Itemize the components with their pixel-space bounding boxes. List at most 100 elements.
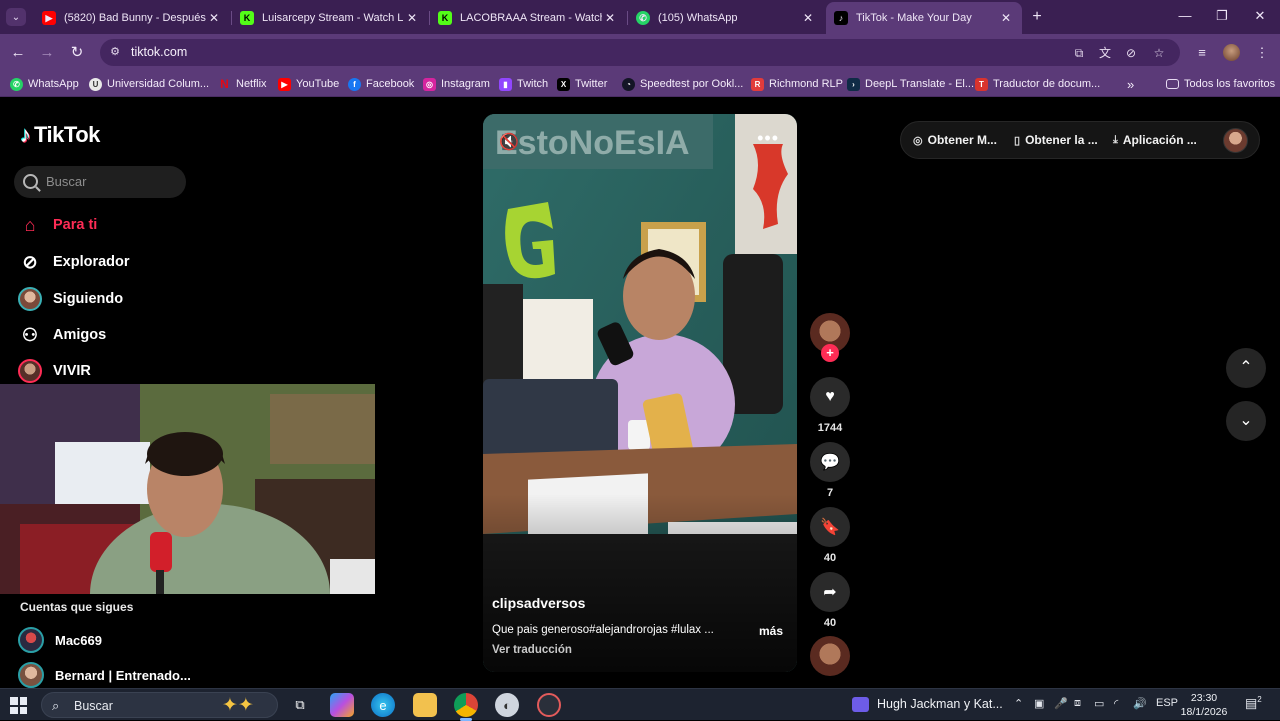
minimize-icon[interactable]: — [1170,6,1200,26]
search-input[interactable]: Buscar [14,166,186,198]
close-tab-icon[interactable]: ✕ [206,11,222,25]
save-count: 40 [823,552,837,564]
notifications-icon[interactable]: ▤2 [1245,695,1262,711]
nav-vivir[interactable]: VIVIR [18,358,91,384]
download-icon: ⤓ [1113,133,1118,146]
netflix-icon: N [220,77,229,91]
eye-off-icon[interactable]: ⊘ [1122,44,1140,62]
bookmark-twitter[interactable]: X Twitter [557,76,607,92]
reload-icon[interactable]: ↻ [66,42,88,64]
clock[interactable]: 23:30 18/1/2026 [1178,691,1230,719]
menu-kebab-icon[interactable]: ⋮ [1252,43,1272,63]
comment-button[interactable]: 💬 [810,442,850,482]
tab-kick-lacobraaa[interactable]: K LACOBRAAA Stream - Watch Li ✕ [430,4,626,32]
translate-icon[interactable]: 文 [1096,44,1114,62]
profile-avatar[interactable] [1223,44,1240,61]
forward-icon[interactable]: → [36,42,58,64]
back-icon[interactable]: ← [7,42,29,64]
bookmark-speedtest[interactable]: ◔ Speedtest por Ookl... [622,76,743,92]
bookmark-whatsapp[interactable]: ✆ WhatsApp [10,76,79,92]
close-tab-icon[interactable]: ✕ [602,11,618,25]
webcam-overlay [0,384,375,594]
all-bookmarks[interactable]: Todos los favoritos [1166,76,1275,92]
desktop-app-button[interactable]: ⤓ Aplicación ... [1113,133,1197,147]
follow-plus-icon[interactable]: + [821,344,839,362]
bookmark-universidad[interactable]: U Universidad Colum... [89,76,209,92]
media-player-icon[interactable] [852,697,869,712]
get-app-button[interactable]: ▯ Obtener la ... [1014,133,1098,147]
tab-youtube[interactable]: ▶ (5820) Bad Bunny - Después de ✕ [34,4,230,32]
taskbar-search-input[interactable]: ⌕ Buscar ✦✦ [41,692,278,718]
bookmark-youtube[interactable]: ▶ YouTube [278,76,339,92]
more-bookmarks-chevron-icon[interactable]: » [1127,76,1134,92]
media-control-icon[interactable]: ≡ [1192,43,1212,63]
save-button[interactable]: 🔖 [810,507,850,547]
windows-start-icon[interactable] [10,697,27,714]
restore-icon[interactable]: ❐ [1207,6,1237,26]
bookmark-twitch[interactable]: ▮ Twitch [499,76,548,92]
tray-app-icon[interactable]: ▣ [1034,697,1044,710]
bookmark-netflix[interactable]: N Netflix [218,76,266,92]
nav-para-ti[interactable]: ⌂ Para ti [18,212,98,238]
nav-explorador[interactable]: ⊘ Explorador [18,249,129,275]
bookmark-instagram[interactable]: ◎ Instagram [423,76,490,92]
previous-video-chevron-up-icon[interactable]: ⌃ [1226,348,1266,388]
site-info-icon[interactable]: ⚙ [108,45,122,59]
nav-amigos[interactable]: ⚇ Amigos [18,322,106,348]
tab-search-chevron-icon[interactable]: ⌄ [6,8,26,26]
now-playing-text[interactable]: Hugh Jackman y Kat... [877,697,1003,711]
file-explorer-icon[interactable] [413,693,437,717]
language-indicator[interactable]: ESP [1156,697,1178,709]
next-video-chevron-down-icon[interactable]: ⌄ [1226,401,1266,441]
translate-link[interactable]: Ver traducción [492,644,572,656]
task-view-icon[interactable]: ⧉ [288,693,312,717]
sound-disc-icon[interactable] [810,636,850,676]
install-app-icon[interactable]: ⧉ [1070,44,1088,62]
tab-tiktok[interactable]: ♪ TikTok - Make Your Day ✕ [826,2,1022,34]
bookmark-facebook[interactable]: f Facebook [348,76,414,92]
bookmark-translator[interactable]: T Traductor de docum... [975,76,1100,92]
close-tab-icon[interactable]: ✕ [998,11,1014,25]
video-caption: Que pais generoso#alejandrorojas #lulax … [492,624,714,636]
windows-taskbar: ⌕ Buscar ✦✦ ⧉ e ◐ Hugh Jackman y Kat... … [0,688,1280,721]
chrome-icon[interactable] [454,693,478,721]
following-item-mac669[interactable]: Mac669 [18,627,102,653]
share-button[interactable]: ➦ [810,572,850,612]
nav-siguiendo[interactable]: Siguiendo [18,286,123,312]
more-options-icon[interactable]: ••• [757,128,779,149]
like-button[interactable]: ♥ [810,377,850,417]
tab-kick-luisarcepy[interactable]: K Luisarcepy Stream - Watch Live ✕ [232,4,428,32]
copilot-icon[interactable] [330,693,354,717]
app-icon[interactable]: ◐ [495,693,519,717]
comment-count: 7 [826,487,834,499]
close-window-icon[interactable]: ✕ [1245,6,1275,26]
bookmark-star-icon[interactable]: ☆ [1150,44,1168,62]
share-icon: ➦ [823,584,837,601]
caption-more-link[interactable]: más [759,624,783,638]
video-author[interactable]: clipsadversos [492,595,585,611]
obs-icon[interactable] [537,693,561,717]
get-coins-button[interactable]: ◎ Obtener M... [913,133,997,147]
tiktok-logo[interactable]: ♪ TikTok [20,122,100,148]
bookmark-deepl[interactable]: › DeepL Translate - El... [847,76,974,92]
microphone-icon[interactable]: 🎤 [1054,697,1068,710]
battery-icon[interactable]: ▭ [1094,697,1104,710]
new-tab-button[interactable]: + [1028,8,1046,26]
display-icon[interactable]: ⧈ [1074,697,1081,710]
volume-icon[interactable]: 🔊 [1133,697,1147,710]
mute-icon[interactable]: 🔇 [499,132,519,152]
profile-avatar[interactable] [1223,128,1248,153]
wifi-icon[interactable]: ◜ [1114,697,1118,710]
edge-icon[interactable]: e [371,693,395,717]
video-player[interactable]: EstoNoEsIA 🔇 ••• clipsadversos Que pais … [483,114,797,672]
url-text[interactable]: tiktok.com [131,45,187,59]
comment-icon: 💬 [820,454,840,471]
following-item-bernard[interactable]: Bernard | Entrenado... [18,662,191,688]
tray-chevron-up-icon[interactable]: ⌃ [1014,697,1023,710]
address-bar[interactable]: ⚙ tiktok.com ⧉ 文 ⊘ ☆ [100,39,1180,66]
close-tab-icon[interactable]: ✕ [404,11,420,25]
close-tab-icon[interactable]: ✕ [800,11,816,25]
friends-icon: ⚇ [21,324,39,345]
tab-whatsapp[interactable]: ✆ (105) WhatsApp ✕ [628,4,824,32]
bookmark-richmond[interactable]: R Richmond RLP [751,76,843,92]
